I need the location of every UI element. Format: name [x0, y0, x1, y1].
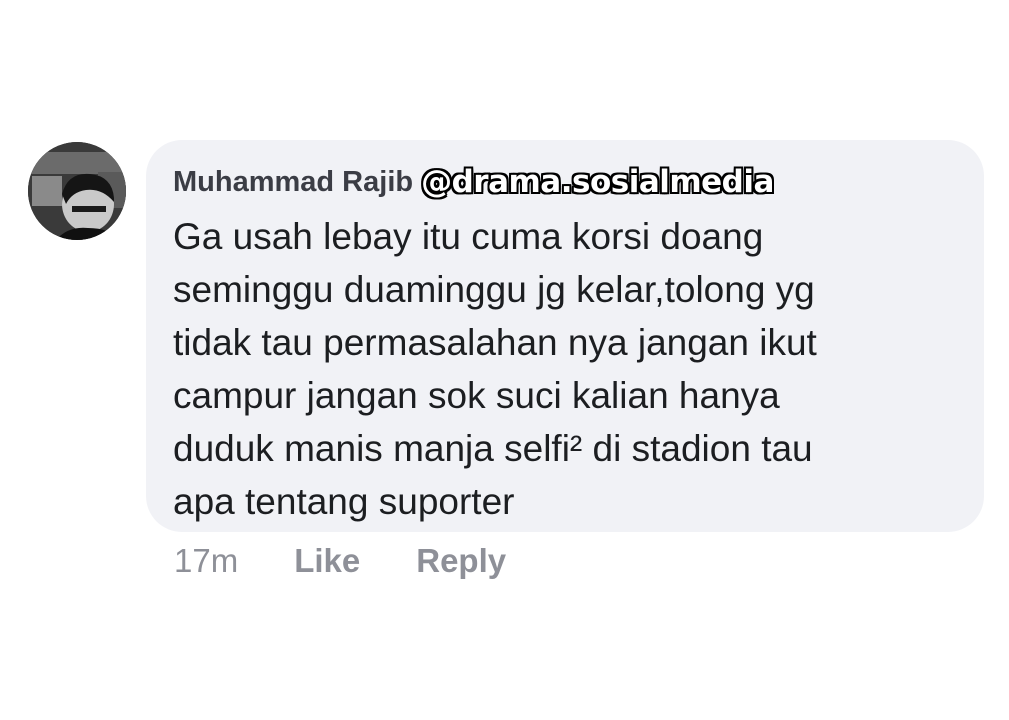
profile-photo-icon — [28, 142, 126, 240]
comment-text: Ga usah lebay itu cuma korsi doang semin… — [173, 210, 933, 528]
avatar[interactable] — [28, 142, 126, 240]
name-line: Muhammad Rajib @drama.sosialmedia — [173, 160, 956, 204]
comment-line: tidak tau permasalahan nya jangan ikut — [173, 322, 817, 363]
comment-bubble: Muhammad Rajib @drama.sosialmedia Ga usa… — [146, 140, 984, 532]
comment-line: duduk manis manja selfi² di stadion tau — [173, 428, 813, 469]
timestamp[interactable]: 17m — [174, 542, 238, 580]
comment-actions: 17m Like Reply — [174, 542, 506, 580]
comment-line: Ga usah lebay itu cuma korsi doang — [173, 216, 764, 257]
comment-line: campur jangan sok suci kalian hanya — [173, 375, 780, 416]
author-name[interactable]: Muhammad Rajib — [173, 166, 413, 199]
watermark: @drama.sosialmedia — [421, 164, 774, 200]
comment-line: seminggu duaminggu jg kelar,tolong yg — [173, 269, 815, 310]
comment-line: apa tentang suporter — [173, 481, 515, 522]
reply-button[interactable]: Reply — [416, 542, 506, 580]
like-button[interactable]: Like — [294, 542, 360, 580]
